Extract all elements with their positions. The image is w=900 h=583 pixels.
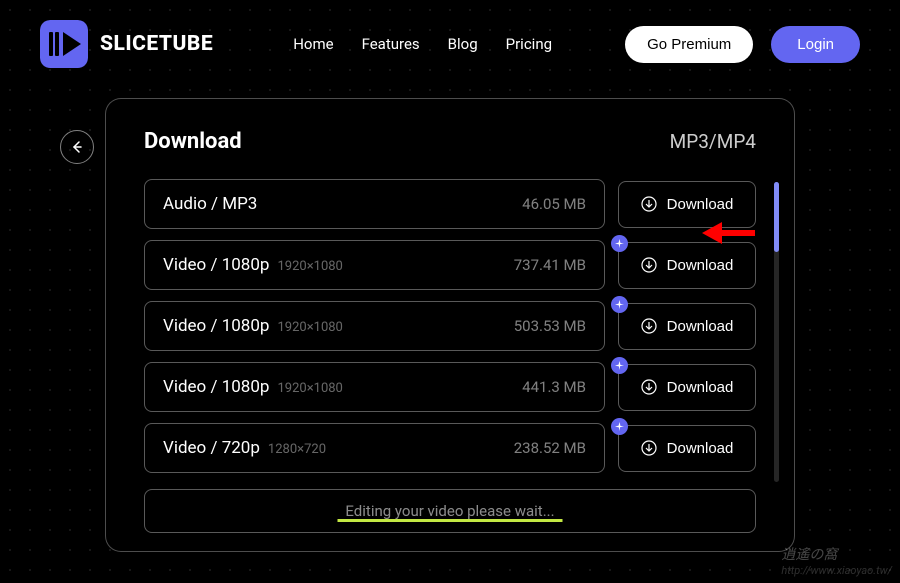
download-info: Video / 1080p 1920×1080 737.41 MB [144,240,605,290]
download-size: 46.05 MB [522,195,586,213]
format-label: MP3/MP4 [670,130,756,153]
download-icon [641,379,657,395]
download-info: Video / 720p 1280×720 238.52 MB [144,423,605,473]
download-info: Video / 1080p 1920×1080 441.3 MB [144,362,605,412]
download-row: Audio / MP3 46.05 MB Download [144,179,756,229]
download-info: Audio / MP3 46.05 MB [144,179,605,229]
download-row: Video / 1080p 1920×1080 441.3 MB Downloa… [144,362,756,412]
watermark: 逍遙の窩 http://www.xiaoyao.tw/ [781,544,892,577]
download-type: Video / 1080p [163,255,269,275]
nav-home[interactable]: Home [293,35,333,53]
download-button[interactable]: Download [618,181,756,228]
download-size: 238.52 MB [514,439,586,457]
download-row: Video / 720p 1280×720 238.52 MB Download [144,423,756,473]
download-size: 503.53 MB [514,317,586,335]
download-button[interactable]: Download [618,303,756,350]
download-button[interactable]: Download [618,425,756,472]
go-premium-button[interactable]: Go Premium [625,26,753,63]
header-actions: Go Premium Login [625,26,860,63]
download-resolution: 1920×1080 [277,320,342,335]
download-type: Audio / MP3 [163,194,257,214]
download-icon [641,257,657,273]
scrollbar[interactable] [774,182,779,482]
status-text: Editing your video please wait... [345,502,554,520]
nav-pricing[interactable]: Pricing [506,35,552,53]
download-type: Video / 1080p [163,316,269,336]
header: SLICETUBE Home Features Blog Pricing Go … [0,0,900,88]
download-icon [641,440,657,456]
nav-features[interactable]: Features [362,35,420,53]
brand-name: SLICETUBE [100,32,213,56]
download-icon [641,318,657,334]
premium-badge-icon [611,235,628,252]
download-list: Audio / MP3 46.05 MB Download Video / 10… [144,179,756,473]
premium-badge-icon [611,357,628,374]
download-button[interactable]: Download [618,242,756,289]
logo-icon [40,20,88,68]
download-type: Video / 720p [163,438,260,458]
login-button[interactable]: Login [771,26,860,63]
main-nav: Home Features Blog Pricing [293,35,552,53]
logo[interactable]: SLICETUBE [40,20,213,68]
download-button[interactable]: Download [618,364,756,411]
download-type: Video / 1080p [163,377,269,397]
premium-badge-icon [611,418,628,435]
download-row: Video / 1080p 1920×1080 737.41 MB Downlo… [144,240,756,290]
arrow-left-icon [69,139,85,155]
download-icon [641,196,657,212]
highlight-annotation [338,519,563,522]
download-resolution: 1920×1080 [277,381,342,396]
download-info: Video / 1080p 1920×1080 503.53 MB [144,301,605,351]
download-row: Video / 1080p 1920×1080 503.53 MB Downlo… [144,301,756,351]
nav-blog[interactable]: Blog [448,35,478,53]
download-panel: Download MP3/MP4 Audio / MP3 46.05 MB Do… [105,98,795,552]
download-resolution: 1280×720 [268,442,326,457]
status-bar: Editing your video please wait... [144,489,756,533]
download-resolution: 1920×1080 [277,259,342,274]
download-size: 441.3 MB [522,378,586,396]
panel-title: Download [144,129,242,154]
download-size: 737.41 MB [514,256,586,274]
premium-badge-icon [611,296,628,313]
back-button[interactable] [60,130,94,164]
